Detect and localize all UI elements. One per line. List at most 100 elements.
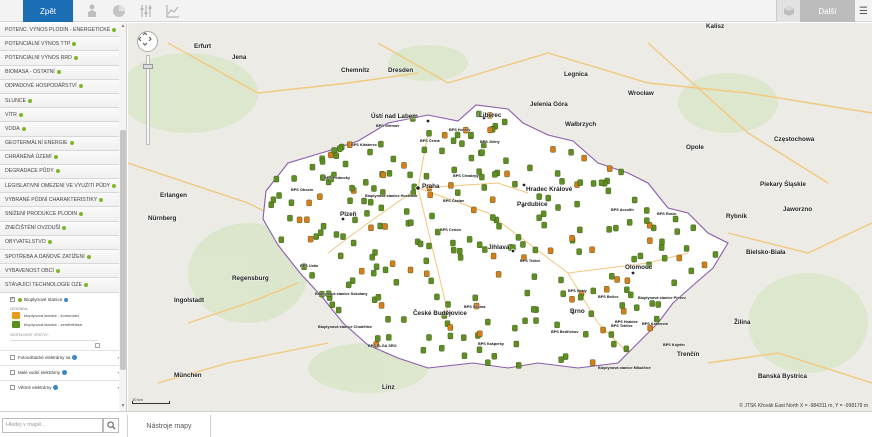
bps-marker [512, 324, 518, 332]
city-label: Brno [570, 308, 585, 315]
bps-marker [304, 216, 310, 223]
layer-row[interactable]: VYBAVENOST OBCÍ [0, 264, 126, 279]
bps-label: BPS Chvalepy [453, 174, 479, 178]
bps-marker [358, 267, 365, 275]
bps-marker [671, 279, 677, 286]
layer-row[interactable]: VÍTR [0, 108, 126, 123]
bps-label: BPS Kojetín [663, 343, 685, 347]
layer-checkbox[interactable] [10, 385, 15, 391]
layer-row[interactable]: POTENC. VÝNOS PLODIN - ENERGETICKÉ [0, 23, 126, 38]
layer-row[interactable]: ZNEČIŠTĚNÍ OVZDUŠÍ [0, 221, 126, 236]
layer-row[interactable]: VODA [0, 122, 126, 137]
scale-bar [132, 401, 170, 404]
layer-label: LEGISLATIVNÍ OMEZENÍ VE VYUŽITÍ PŮDY [5, 182, 111, 189]
sub-layer-fotovoltaika[interactable]: Fotovoltaické elektrárny na ◂ [0, 349, 126, 365]
layer-row[interactable]: SPOTŘEBA A DAŇOVÉ ZATÍŽENÍ [0, 250, 126, 265]
layer-row[interactable]: BIOMASA - OSTATNÍ [0, 65, 126, 80]
layer-row[interactable]: SNÍŽENÍ PRODUKCE PLODIN [0, 207, 126, 222]
zoom-slider-knob[interactable] [143, 64, 153, 69]
layer-row[interactable]: POTENCIÁLNÍ VÝNOS RRD [0, 51, 126, 66]
bps-label: Bioplynová stanice Mikulčice [598, 366, 651, 370]
layer-row[interactable]: GEOTERMÁLNÍ ENERGIE [0, 136, 126, 151]
hamburger-icon[interactable]: ☰ [855, 0, 872, 22]
layer-row[interactable]: STÁVAJÍCÍ TECHNOLOGIE OZE [0, 278, 126, 293]
bps-marker [688, 267, 695, 275]
map-tools-tab[interactable]: Nástroje mapy [127, 415, 211, 437]
layer-checkbox[interactable] [10, 296, 15, 303]
bps-marker [423, 173, 430, 180]
bps-marker [390, 155, 397, 163]
bps-marker [468, 154, 475, 162]
bps-marker [337, 252, 344, 260]
back-button[interactable]: Zpět [23, 0, 73, 22]
sub-layer-mve[interactable]: Malé vodní elektrárny ◂ [0, 364, 126, 380]
info-icon[interactable] [61, 370, 67, 376]
layer-checkbox[interactable] [10, 355, 15, 361]
sub-layer-vetrne[interactable]: Větrné elektrárny ◂ [0, 379, 126, 395]
visibility-slider[interactable] [10, 339, 100, 348]
bps-label: BPS Cernín [440, 228, 461, 232]
layer-row[interactable]: DEGRADACE PŮDY [0, 164, 126, 180]
pan-control[interactable] [137, 31, 158, 52]
bps-marker [447, 332, 454, 340]
scroll-down-icon[interactable]: ▼ [120, 403, 126, 409]
layer-row[interactable]: SLUNCE [0, 93, 126, 109]
layer-label: DEGRADACE PŮDY [5, 168, 54, 175]
sidebar-scrollbar[interactable]: ▲ ▼ [119, 23, 126, 411]
layer-status-icon [55, 169, 60, 174]
bps-label: BPS Klášterec [351, 143, 377, 147]
layer-checkbox[interactable] [10, 370, 15, 376]
layer-row[interactable]: LEGISLATIVNÍ OMEZENÍ VE VYUŽITÍ PŮDY [0, 179, 126, 194]
search-icon[interactable] [103, 418, 119, 433]
bps-label: BPS Kamenné [642, 322, 668, 326]
bps-marker [288, 199, 295, 206]
city-label: Pardubice [517, 201, 548, 208]
layer-label: BIOMASA - OSTATNÍ [5, 69, 55, 76]
city-label: Chemnitz [341, 67, 370, 74]
bps-label: BPS Accolth [611, 208, 634, 212]
bps-marker [466, 236, 473, 243]
sliders-icon[interactable] [137, 2, 155, 20]
visibility-checkbox[interactable] [95, 342, 100, 348]
info-icon[interactable] [64, 297, 69, 302]
next-button[interactable]: Další [800, 0, 855, 22]
bps-marker [313, 233, 319, 240]
bps-marker [531, 273, 538, 280]
city-label: Nürnberg [148, 215, 177, 222]
sub-layer-label: Malé vodní elektrárny [18, 370, 60, 376]
map-view[interactable]: Kalisz Erfurt Jena Chemnitz Dresden Legnica Wr… [128, 23, 872, 411]
bps-marker [628, 291, 634, 299]
bioplyn-layer-row[interactable]: Bioplynové stanice [0, 295, 126, 305]
pan-arrows-icon [138, 32, 152, 46]
city-label: Erlangen [160, 192, 187, 199]
city-label: České Budějovice [413, 310, 467, 317]
scroll-up-icon[interactable]: ▲ [120, 23, 126, 29]
city-label: Liberec [479, 112, 502, 119]
bps-marker [287, 214, 293, 222]
bps-marker [367, 199, 374, 206]
area-chart-icon[interactable] [164, 2, 182, 20]
layer-row[interactable]: OBYVATELSTVO [0, 235, 126, 250]
info-icon[interactable] [53, 385, 59, 391]
layer-row[interactable]: VYBRANÉ PŮDNÍ CHARAKTERISTIKY [0, 193, 126, 208]
layer-row[interactable]: POTENCIÁLNÍ VÝNOS TTP [0, 37, 126, 52]
bps-marker [476, 241, 483, 248]
bps-marker [536, 214, 542, 221]
map-search-input[interactable]: Hledej v mapě... [2, 418, 103, 433]
pie-chart-icon[interactable] [110, 2, 128, 20]
bps-marker [386, 170, 393, 177]
city-label: Wałbrzych [565, 121, 597, 128]
layer-label: POTENC. VÝNOS PLODIN - ENERGETICKÉ [5, 26, 111, 33]
bps-marker [555, 204, 561, 211]
person-map-icon[interactable] [83, 2, 101, 20]
legend-item-zemedelska: bioplynová stanice - zemědělská [0, 320, 126, 329]
scrollbar-thumb[interactable] [120, 130, 126, 370]
info-icon[interactable] [72, 355, 78, 361]
bps-marker [605, 187, 612, 195]
layer-row[interactable]: CHRÁNĚNÁ ÚZEMÍ [0, 150, 126, 165]
cube-icon[interactable] [776, 0, 800, 22]
city-label: Ingolstadt [174, 297, 205, 304]
layer-label: STÁVAJÍCÍ TECHNOLOGIE OZE [5, 281, 83, 288]
layer-row[interactable]: ODPADOVÉ HOSPODÁŘSTVÍ [0, 79, 126, 94]
bps-marker [335, 306, 342, 314]
